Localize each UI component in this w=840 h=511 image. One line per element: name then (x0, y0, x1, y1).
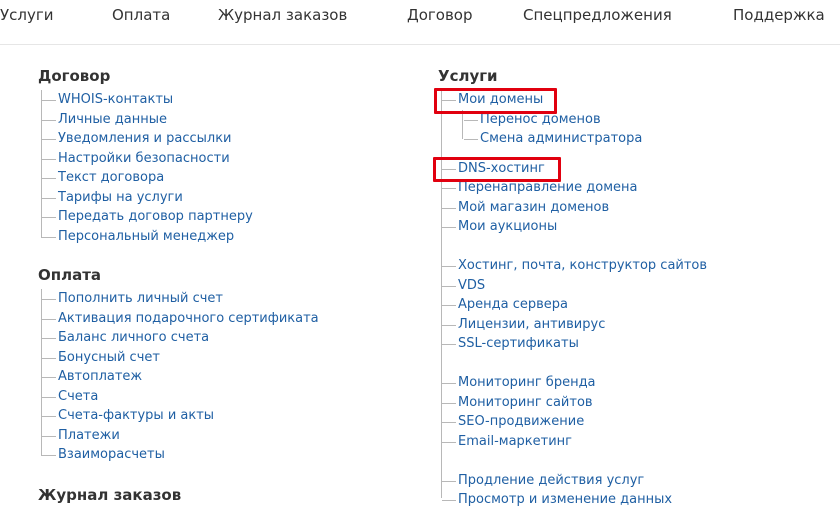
link-view-edit-data[interactable]: Просмотр и изменение данных (442, 490, 672, 510)
link-vds[interactable]: VDS (442, 276, 485, 296)
nav-zhurnal-zakazov[interactable]: Журнал заказов (218, 6, 347, 24)
nav-oplata[interactable]: Оплата (112, 6, 170, 24)
link-site-monitoring[interactable]: Мониторинг сайтов (442, 393, 593, 413)
top-navigation: Услуги Оплата Журнал заказов Договор Спе… (0, 0, 840, 45)
section-title-oplata: Оплата (38, 266, 102, 284)
tree-line (441, 90, 442, 498)
link-whois-contacts[interactable]: WHOIS-контакты (42, 90, 173, 110)
link-licenses-antivirus[interactable]: Лицензии, антивирус (442, 315, 605, 335)
highlight-my-domains (434, 88, 557, 114)
link-transfer-contract[interactable]: Передать договор партнеру (42, 207, 253, 227)
nav-specpredlozheniya[interactable]: Спецпредложения (523, 6, 672, 24)
link-security-settings[interactable]: Настройки безопасности (42, 149, 230, 169)
link-seo-promotion[interactable]: SEO-продвижение (442, 412, 584, 432)
link-invoices[interactable]: Счета (42, 387, 98, 407)
nav-dogovor[interactable]: Договор (407, 6, 473, 24)
link-brand-monitoring[interactable]: Мониторинг бренда (442, 373, 596, 393)
link-server-rent[interactable]: Аренда сервера (442, 295, 568, 315)
tree-subline (462, 110, 463, 139)
link-contract-text[interactable]: Текст договора (42, 168, 164, 188)
link-hosting-mail-builder[interactable]: Хостинг, почта, конструктор сайтов (442, 256, 707, 276)
link-gift-certificate[interactable]: Активация подарочного сертификата (42, 309, 319, 329)
link-service-renewal[interactable]: Продление действия услуг (442, 471, 644, 491)
section-title-uslugi: Услуги (438, 67, 498, 85)
link-tariffs[interactable]: Тарифы на услуги (42, 188, 183, 208)
link-my-auctions[interactable]: Мои аукционы (442, 217, 557, 237)
tree-line (41, 90, 42, 238)
link-top-up-balance[interactable]: Пополнить личный счет (42, 289, 223, 309)
link-bonus-account[interactable]: Бонусный счет (42, 348, 160, 368)
nav-uslugi[interactable]: Услуги (0, 6, 53, 24)
link-payments[interactable]: Платежи (42, 426, 120, 446)
link-notifications[interactable]: Уведомления и рассылки (42, 129, 232, 149)
link-personal-data[interactable]: Личные данные (42, 110, 167, 130)
link-invoice-acts[interactable]: Счета-фактуры и акты (42, 406, 214, 426)
link-change-admin[interactable]: Смена администратора (464, 129, 642, 149)
section-title-zhurnal: Журнал заказов (38, 486, 182, 504)
tree-line (41, 289, 42, 456)
link-autopayment[interactable]: Автоплатеж (42, 367, 142, 387)
link-email-marketing[interactable]: Email-маркетинг (442, 432, 572, 452)
link-ssl-certificates[interactable]: SSL-сертификаты (442, 334, 579, 354)
link-personal-manager[interactable]: Персональный менеджер (42, 227, 234, 247)
link-domain-shop[interactable]: Мой магазин доменов (442, 198, 609, 218)
link-account-balance[interactable]: Баланс личного счета (42, 328, 209, 348)
link-settlements[interactable]: Взаиморасчеты (42, 445, 165, 465)
nav-podderzhka[interactable]: Поддержка (733, 6, 825, 24)
highlight-dns-hosting (433, 157, 561, 182)
section-title-dogovor: Договор (38, 67, 111, 85)
